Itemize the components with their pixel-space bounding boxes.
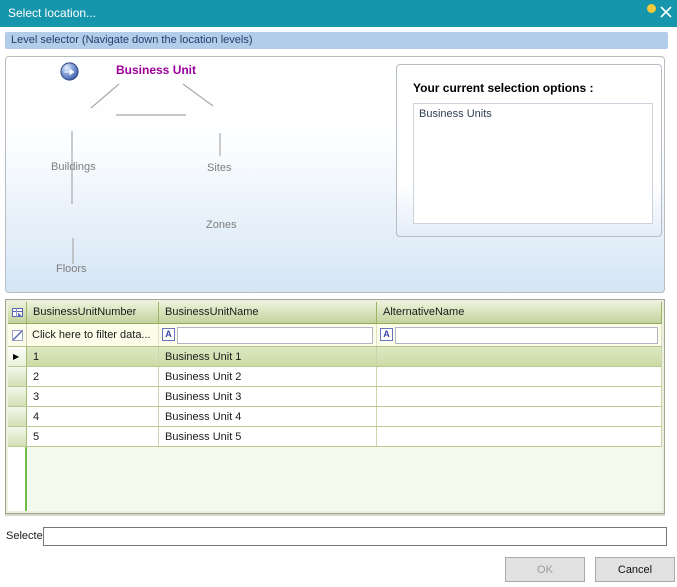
- current-selection-title: Your current selection options :: [413, 81, 593, 95]
- yellow-dot-icon: [647, 4, 656, 13]
- dialog-titlebar: Select location...: [0, 0, 677, 27]
- table-row[interactable]: 5 Business Unit 5: [8, 427, 662, 447]
- hierarchy-node-business-unit[interactable]: Business Unit: [116, 63, 196, 77]
- ok-button[interactable]: OK: [505, 557, 585, 582]
- close-icon[interactable]: [659, 5, 673, 19]
- column-header-alternativename[interactable]: AlternativeName: [377, 302, 662, 323]
- table-row[interactable]: 2 Business Unit 2: [8, 367, 662, 387]
- row-indicator: [8, 427, 27, 446]
- location-hierarchy-panel: Business Unit Buildings Sites Zones Floo…: [5, 56, 665, 293]
- table-row[interactable]: 3 Business Unit 3: [8, 387, 662, 407]
- grid-header-row: BusinessUnitNumber BusinessUnitName Alte…: [8, 302, 662, 324]
- cell-number[interactable]: 2: [27, 367, 159, 386]
- grid-icon: [11, 306, 24, 319]
- current-selection-list: Business Units: [413, 103, 653, 224]
- business-unit-grid: BusinessUnitNumber BusinessUnitName Alte…: [5, 299, 665, 514]
- row-indicator: [8, 367, 27, 386]
- filter-input-alternativename[interactable]: [395, 327, 658, 344]
- hierarchy-node-buildings[interactable]: Buildings: [51, 161, 96, 173]
- cell-alt[interactable]: [377, 387, 662, 406]
- filter-cell-businessunitname[interactable]: A: [159, 324, 377, 346]
- selected-row-arrow-icon: ▶: [8, 347, 26, 366]
- grid-empty-body: [27, 447, 662, 511]
- navigate-up-icon[interactable]: [60, 62, 79, 81]
- list-item[interactable]: Business Units: [414, 104, 652, 124]
- table-row[interactable]: 4 Business Unit 4: [8, 407, 662, 427]
- text-filter-mode-icon[interactable]: A: [380, 328, 393, 341]
- text-filter-mode-icon[interactable]: A: [162, 328, 175, 341]
- cell-name[interactable]: Business Unit 2: [159, 367, 377, 386]
- hierarchy-node-sites[interactable]: Sites: [207, 162, 231, 174]
- filter-input-businessunitname[interactable]: [177, 327, 373, 344]
- cell-alt[interactable]: [377, 347, 662, 366]
- cell-number[interactable]: 5: [27, 427, 159, 446]
- grid-corner-button[interactable]: [8, 302, 27, 323]
- row-indicator: [8, 387, 27, 406]
- cell-number[interactable]: 4: [27, 407, 159, 426]
- current-selection-panel: Your current selection options : Busines…: [396, 64, 662, 237]
- filter-hint-text: Click here to filter data...: [27, 324, 151, 346]
- hierarchy-node-zones[interactable]: Zones: [206, 219, 237, 231]
- level-selector-caption: Level selector (Navigate down the locati…: [5, 32, 668, 49]
- cancel-button[interactable]: Cancel: [595, 557, 675, 582]
- cell-alt[interactable]: [377, 367, 662, 386]
- cell-name[interactable]: Business Unit 5: [159, 427, 377, 446]
- row-indicator: ▶: [8, 347, 27, 366]
- column-header-businessunitname[interactable]: BusinessUnitName: [159, 302, 377, 323]
- cell-number[interactable]: 1: [27, 347, 159, 366]
- dialog-title: Select location...: [8, 6, 96, 20]
- cell-number[interactable]: 3: [27, 387, 159, 406]
- clear-filter-button[interactable]: [8, 324, 27, 346]
- cell-name[interactable]: Business Unit 1: [159, 347, 377, 366]
- hierarchy-node-floors[interactable]: Floors: [56, 263, 87, 275]
- grid-empty-area: [8, 447, 662, 511]
- filter-cell-businessunitnumber[interactable]: Click here to filter data...: [27, 324, 159, 346]
- cell-alt[interactable]: [377, 407, 662, 426]
- cell-alt[interactable]: [377, 427, 662, 446]
- row-indicator: [8, 407, 27, 426]
- filter-cell-alternativename[interactable]: A: [377, 324, 662, 346]
- cell-name[interactable]: Business Unit 4: [159, 407, 377, 426]
- grid-empty-row-indicator-column: [8, 447, 27, 511]
- no-filter-icon: [11, 329, 24, 342]
- cell-name[interactable]: Business Unit 3: [159, 387, 377, 406]
- grid-filter-row: Click here to filter data... A A: [8, 324, 662, 347]
- table-row[interactable]: ▶ 1 Business Unit 1: [8, 347, 662, 367]
- selected-input[interactable]: [43, 527, 667, 546]
- column-header-businessunitnumber[interactable]: BusinessUnitNumber: [27, 302, 159, 323]
